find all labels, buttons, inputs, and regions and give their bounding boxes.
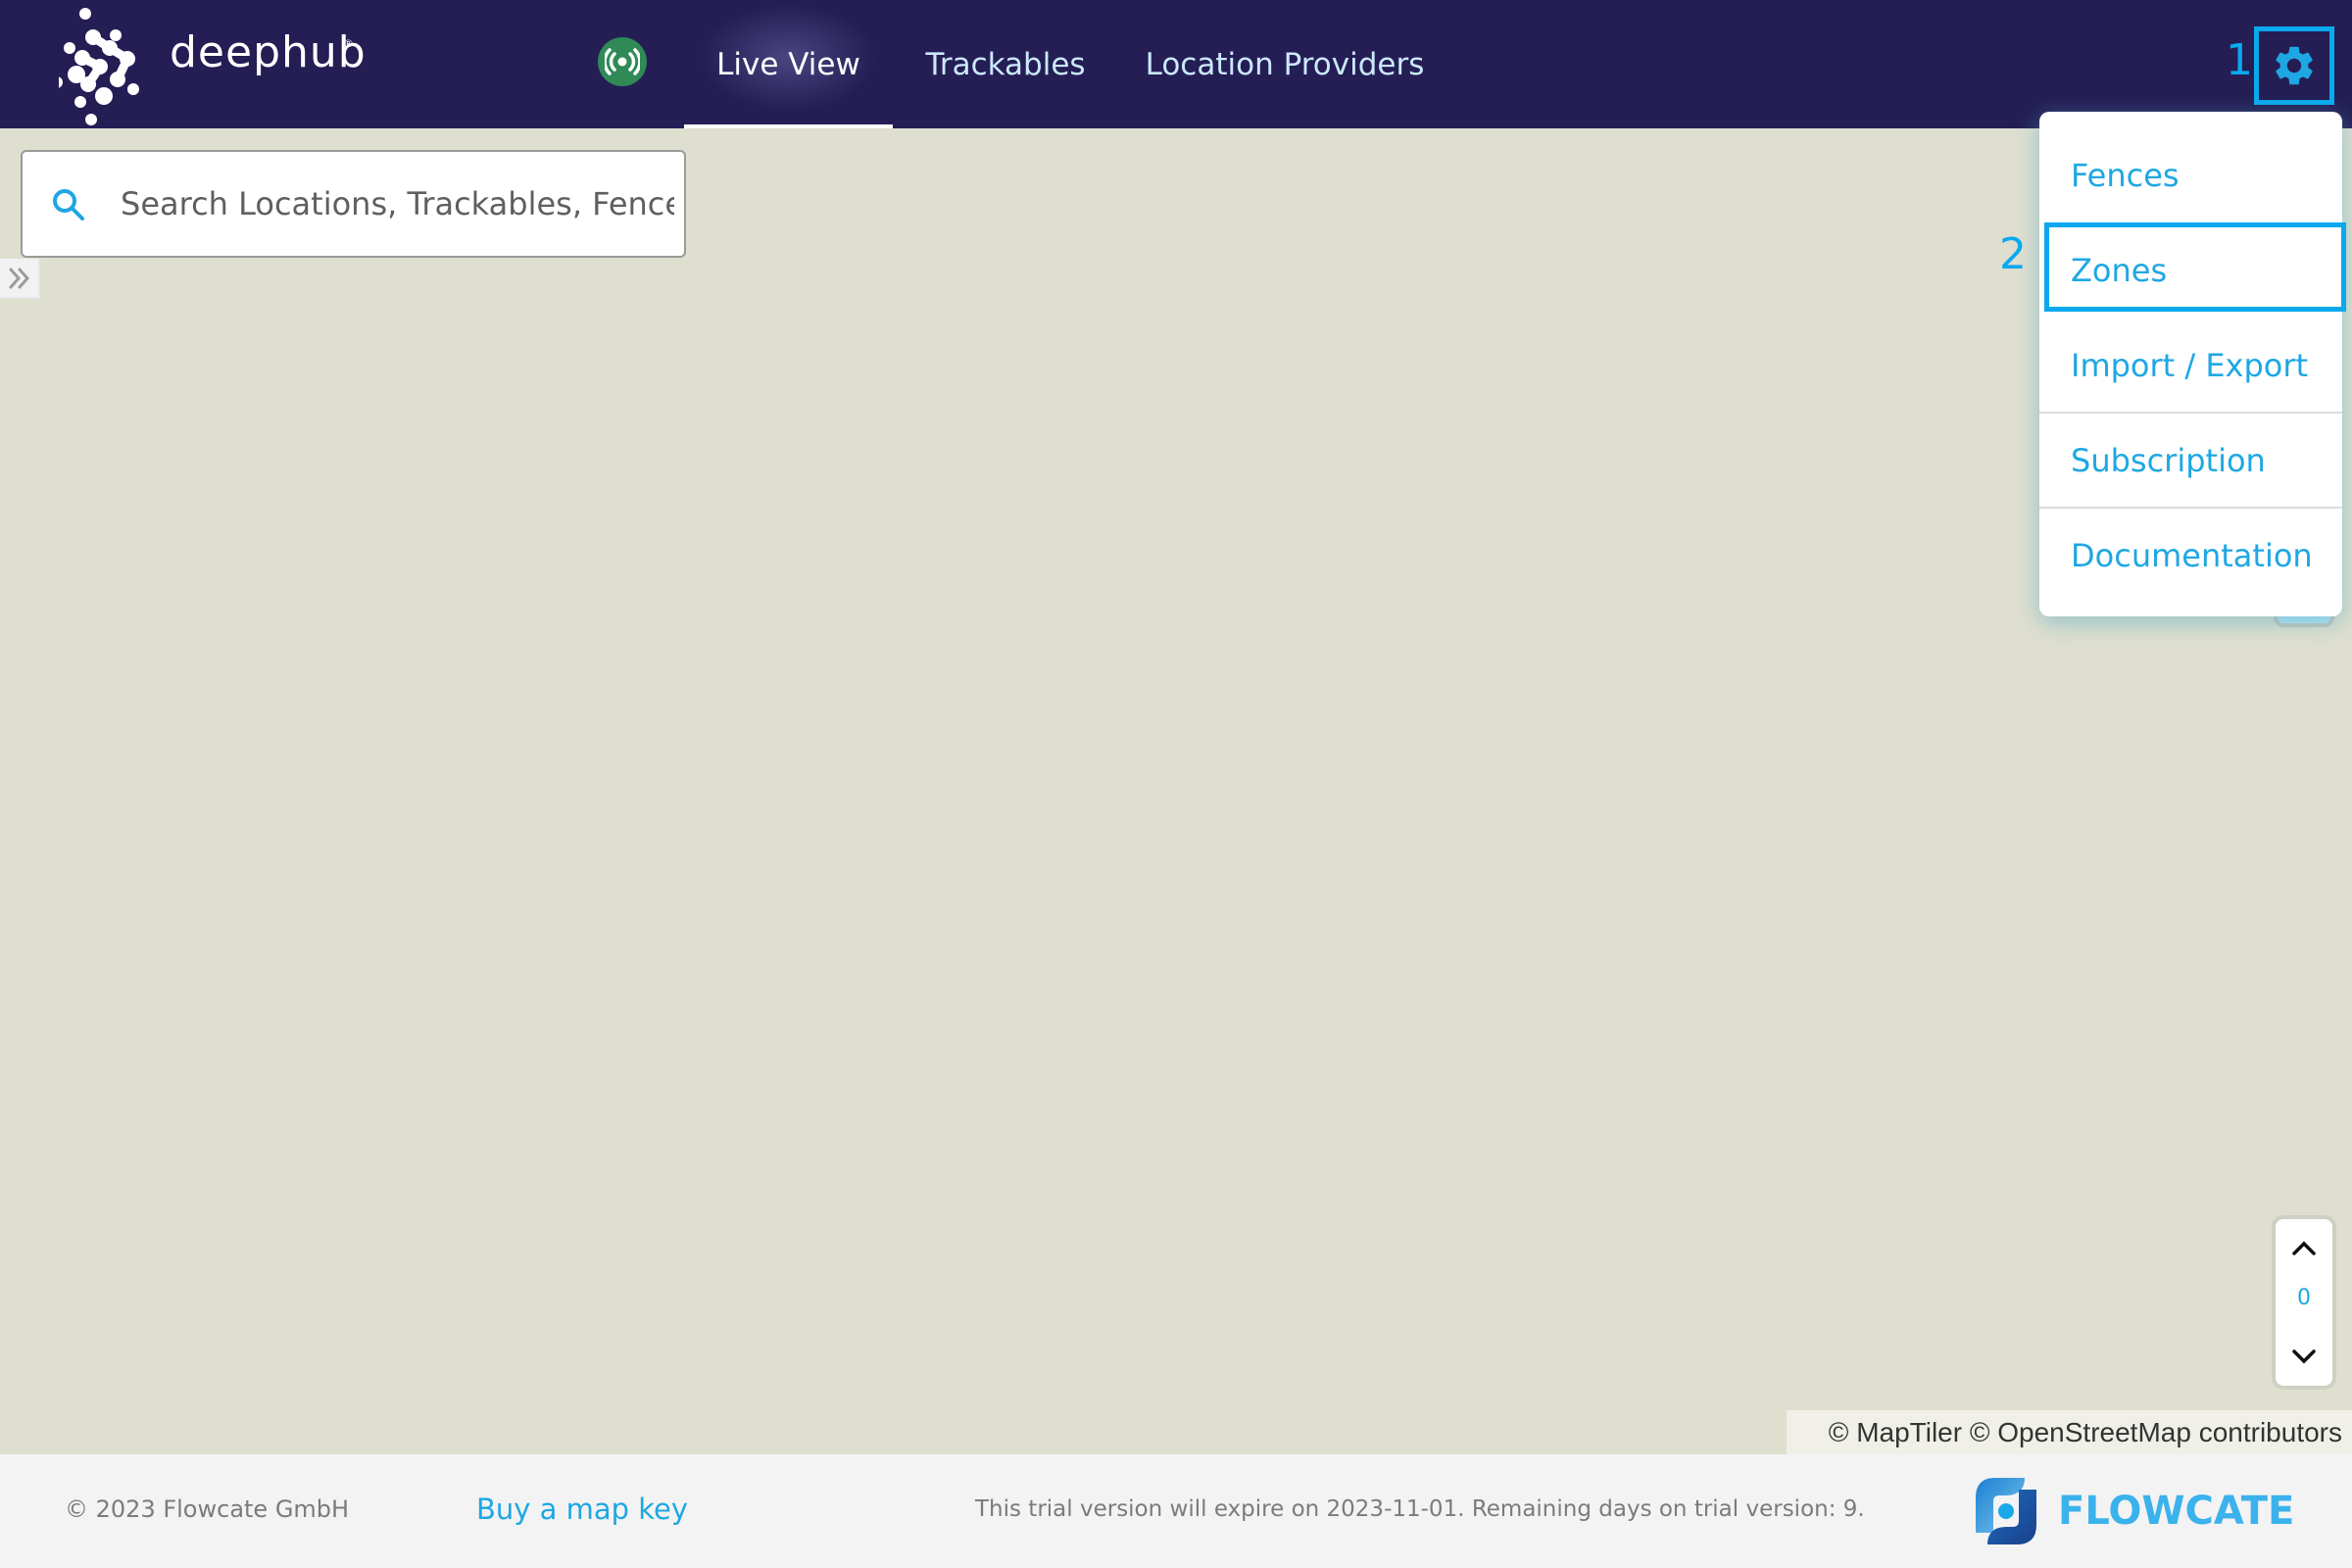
expand-sidebar-button[interactable] — [0, 259, 40, 299]
menu-item-documentation[interactable]: Documentation — [2039, 509, 2342, 604]
map-canvas[interactable] — [0, 128, 2352, 1454]
settings-button[interactable] — [2254, 26, 2334, 105]
maptiler-attribution-link[interactable]: © MapTiler — [1829, 1417, 1962, 1448]
menu-item-fences[interactable]: Fences — [2039, 128, 2342, 223]
nav-tab-trackables[interactable]: Trackables — [893, 0, 1118, 128]
floor-level-control: 0 — [2272, 1215, 2336, 1390]
step-annotation-2: 2 — [1999, 229, 2027, 279]
menu-item-subscription[interactable]: Subscription — [2039, 414, 2342, 509]
footer: © 2023 Flowcate GmbH Buy a map key This … — [0, 1454, 2352, 1568]
nav-tab-live-view[interactable]: Live View — [684, 0, 893, 128]
search-input[interactable] — [121, 172, 674, 236]
deephub-logo[interactable]: deephub ® — [59, 4, 366, 125]
broadcast-icon — [605, 48, 640, 75]
menu-item-import-export[interactable]: Import / Export — [2039, 318, 2342, 414]
nav-tab-location-providers[interactable]: Location Providers — [1138, 0, 1432, 128]
brand-name: deephub — [170, 27, 367, 77]
gear-icon — [2276, 46, 2313, 85]
connection-status-indicator[interactable] — [598, 37, 647, 86]
search-icon — [53, 189, 84, 220]
floor-up-button[interactable] — [2276, 1227, 2332, 1270]
main-nav: Live View Trackables Location Providers — [684, 0, 1432, 128]
chevron-down-icon — [2292, 1349, 2316, 1364]
copyright-text: © 2023 Flowcate GmbH — [65, 1495, 350, 1523]
trial-expiry-notice: This trial version will expire on 2023-1… — [975, 1496, 1865, 1522]
chevron-up-icon — [2292, 1241, 2316, 1255]
buy-map-key-link[interactable]: Buy a map key — [476, 1480, 688, 1539]
flowcate-logo[interactable]: FLOWCATE — [1976, 1476, 2294, 1546]
deephub-logo-icon — [59, 8, 139, 125]
map-attribution: © MapTiler © OpenStreetMap contributors — [1787, 1410, 2352, 1454]
search-box — [21, 150, 686, 258]
settings-menu: Fences Zones Import / Export Subscriptio… — [2039, 112, 2342, 616]
step-annotation-1: 1 — [2226, 35, 2253, 85]
double-chevron-right-icon — [9, 268, 29, 288]
registered-mark: ® — [343, 37, 354, 50]
floor-down-button[interactable] — [2276, 1335, 2332, 1378]
osm-attribution-link[interactable]: © OpenStreetMap contributors — [1970, 1417, 2342, 1448]
floor-level-value: 0 — [2297, 1286, 2311, 1310]
flowcate-logo-text: FLOWCATE — [2058, 1489, 2295, 1534]
top-navbar: deephub ® Live View Trackables Location … — [0, 0, 2352, 128]
menu-item-zones[interactable]: Zones — [2039, 223, 2342, 318]
flowcate-logo-icon — [1976, 1478, 2036, 1544]
